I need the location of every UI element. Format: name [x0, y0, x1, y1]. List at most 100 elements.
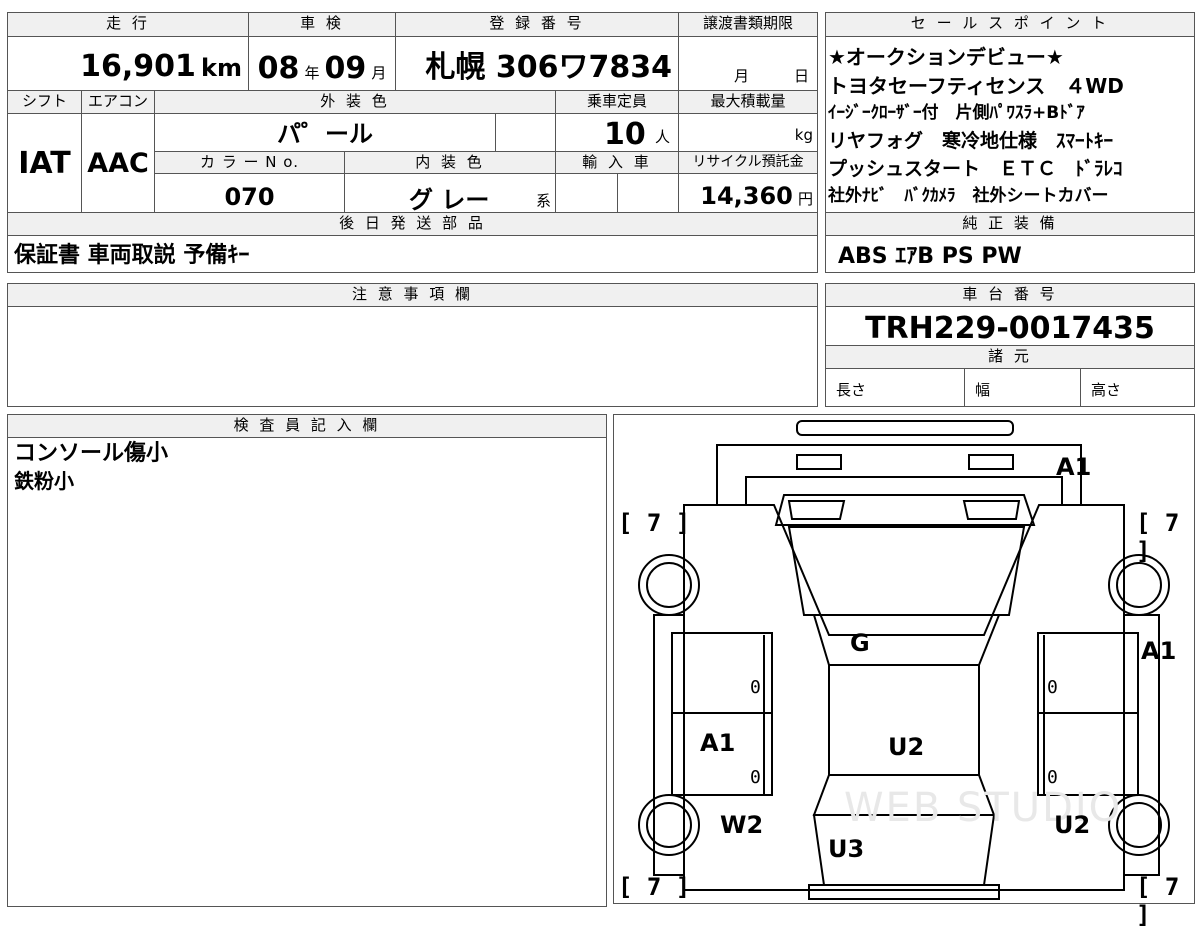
chassis-header: 車 台 番 号: [825, 283, 1195, 307]
zero-mark-left-rear: 0: [750, 767, 761, 788]
mark-roof: U2: [888, 733, 925, 761]
chassis-cell: TRH229-0017435: [825, 306, 1195, 346]
registration-value: 札幌 306ワ7834: [425, 50, 672, 85]
front-lamp-right-shape: [968, 454, 1014, 470]
transfer-doc-cell: 月 日: [678, 36, 818, 91]
aircon-header: エアコン: [81, 90, 155, 114]
max-load-unit: kg: [794, 126, 813, 144]
left-front-door-shape: [671, 632, 773, 714]
tire-bracket-rear-right: [ 7 ]: [1136, 873, 1180, 929]
zero-mark-right-rear: 0: [1047, 767, 1058, 788]
color-no-header: カ ラ ー N o.: [154, 151, 345, 174]
mark-hood: G: [850, 629, 870, 657]
sales-line: リヤフォグ 寒冷地仕様 ｽﾏｰﾄｷｰ: [828, 130, 1114, 152]
recycle-header: リサイクル預託金: [678, 151, 818, 174]
height-cell: 高さ: [1080, 368, 1195, 407]
interior-header: 内 装 色: [344, 151, 556, 174]
equipment-cell: ABS ｴｱB PS PW: [825, 235, 1195, 273]
hood-top-shape: [774, 494, 1036, 526]
import-header: 輸 入 車: [555, 151, 679, 174]
equipment-header: 純 正 装 備: [825, 212, 1195, 236]
recycle-unit: 円: [797, 190, 813, 208]
max-load-header: 最大積載量: [678, 90, 818, 114]
shift-cell: IAT: [7, 113, 82, 213]
registration-cell: 札幌 306ワ7834: [395, 36, 679, 91]
transfer-month-unit: 月: [734, 67, 750, 85]
headlight-right-shape: [962, 500, 1021, 520]
length-label: 長さ: [836, 381, 867, 399]
vehicle-diagram: [638, 420, 1170, 900]
transfer-day-unit: 日: [793, 67, 809, 85]
hood-panel-shape: [812, 614, 1001, 666]
mark-right-side: A1: [1141, 637, 1177, 665]
interior-cell: グ レー 系: [344, 173, 556, 213]
mark-left-rear: W2: [720, 811, 764, 839]
sales-line: トヨタセーフティセンス ４WD: [828, 74, 1124, 98]
tire-bracket-front-left: [ 7 ]: [618, 509, 691, 537]
rear-bumper-shape: [808, 884, 1000, 900]
color-no-cell: 070: [154, 173, 345, 213]
max-load-cell: kg: [678, 113, 818, 152]
later-parts-cell: 保証書 車両取説 予備ｷｰ: [7, 235, 818, 273]
inspector-header: 検 査 員 記 入 欄: [7, 414, 607, 438]
notes-body: [7, 306, 818, 407]
exterior-extra-cell: [495, 113, 556, 152]
capacity-value: 10: [604, 117, 646, 152]
capacity-unit: 人: [654, 128, 670, 146]
exterior-cell: パ゜ール: [154, 113, 496, 152]
sales-line: 社外ﾅﾋﾞ ﾊﾞｸｶﾒﾗ 社外シートカバー: [828, 186, 1109, 206]
capacity-cell: 10 人: [555, 113, 679, 152]
inspection-year: 08: [257, 51, 300, 86]
front-lamp-left-shape: [796, 454, 842, 470]
width-cell: 幅: [964, 368, 1081, 407]
mileage-header: 走 行: [7, 12, 249, 37]
tire-bracket-rear-left: [ 7 ]: [618, 873, 691, 901]
shift-header: シフト: [7, 90, 82, 114]
inspection-year-unit: 年: [304, 64, 320, 82]
mark-left-door: A1: [700, 729, 736, 757]
sales-line: プッシュスタート ＥＴＣ ﾄﾞﾗﾚｺ: [828, 158, 1123, 180]
later-parts-value: 保証書 車両取説 予備ｷｰ: [14, 243, 250, 268]
equipment-value: ABS ｴｱB PS PW: [838, 244, 1022, 269]
shift-value: IAT: [18, 146, 71, 181]
tire-bracket-front-right: [ 7 ]: [1136, 509, 1180, 565]
left-sill-shape: [653, 614, 685, 876]
exterior-value: パ゜ール: [277, 120, 373, 148]
sales-line: ★オークションデビュー★: [828, 45, 1064, 69]
vehicle-diagram-panel: WEB STUDIO [ 7 ] [ 7 ] [ 7 ] [ 7 ] 0 0 0…: [613, 414, 1195, 929]
width-label: 幅: [975, 381, 991, 399]
front-bumper-shape: [796, 420, 1014, 436]
capacity-header: 乗車定員: [555, 90, 679, 114]
color-no-value: 070: [224, 183, 275, 211]
import-cell-b: [617, 173, 679, 213]
mark-rear: U3: [828, 835, 865, 863]
sales-points-header: セ ー ル ス ポ イ ン ト: [825, 12, 1195, 37]
mark-right-rear: U2: [1054, 811, 1091, 839]
mileage-cell: 16,901 km: [7, 36, 249, 91]
recycle-cell: 14,360 円: [678, 173, 818, 213]
sales-line: ｲｰｼﾞｰｸﾛｰｻﾞｰ付 片側ﾊﾟﾜｽﾗ+Bﾄﾞｱ: [828, 103, 1085, 123]
aircon-value: AAC: [87, 148, 149, 179]
height-label: 高さ: [1091, 381, 1122, 399]
mark-front-right: A1: [1056, 453, 1092, 481]
interior-suffix: 系: [535, 192, 551, 210]
zero-mark-left-front: 0: [750, 677, 761, 698]
inspection-cell: 08 年 09 月: [248, 36, 396, 91]
aircon-cell: AAC: [81, 113, 155, 213]
inspector-body: コンソール傷小 鉄粉小: [7, 437, 607, 907]
transfer-doc-header: 譲渡書類期限: [678, 12, 818, 37]
registration-header: 登 録 番 号: [395, 12, 679, 37]
spec-header: 諸 元: [825, 345, 1195, 369]
zero-mark-right-front: 0: [1047, 677, 1058, 698]
inspection-header: 車 検: [248, 12, 396, 37]
notes-header: 注 意 事 項 欄: [7, 283, 818, 307]
length-cell: 長さ: [825, 368, 965, 407]
exterior-header: 外 装 色: [154, 90, 556, 114]
inspector-line: 鉄粉小: [14, 469, 74, 493]
mileage-unit: km: [201, 54, 242, 82]
later-parts-header: 後 日 発 送 部 品: [7, 212, 818, 236]
inspection-month-unit: 月: [371, 64, 387, 82]
sales-points-body: ★オークションデビュー★ トヨタセーフティセンス ４WD ｲｰｼﾞｰｸﾛｰｻﾞｰ…: [825, 36, 1195, 213]
headlight-left-shape: [787, 500, 846, 520]
import-cell-a: [555, 173, 618, 213]
